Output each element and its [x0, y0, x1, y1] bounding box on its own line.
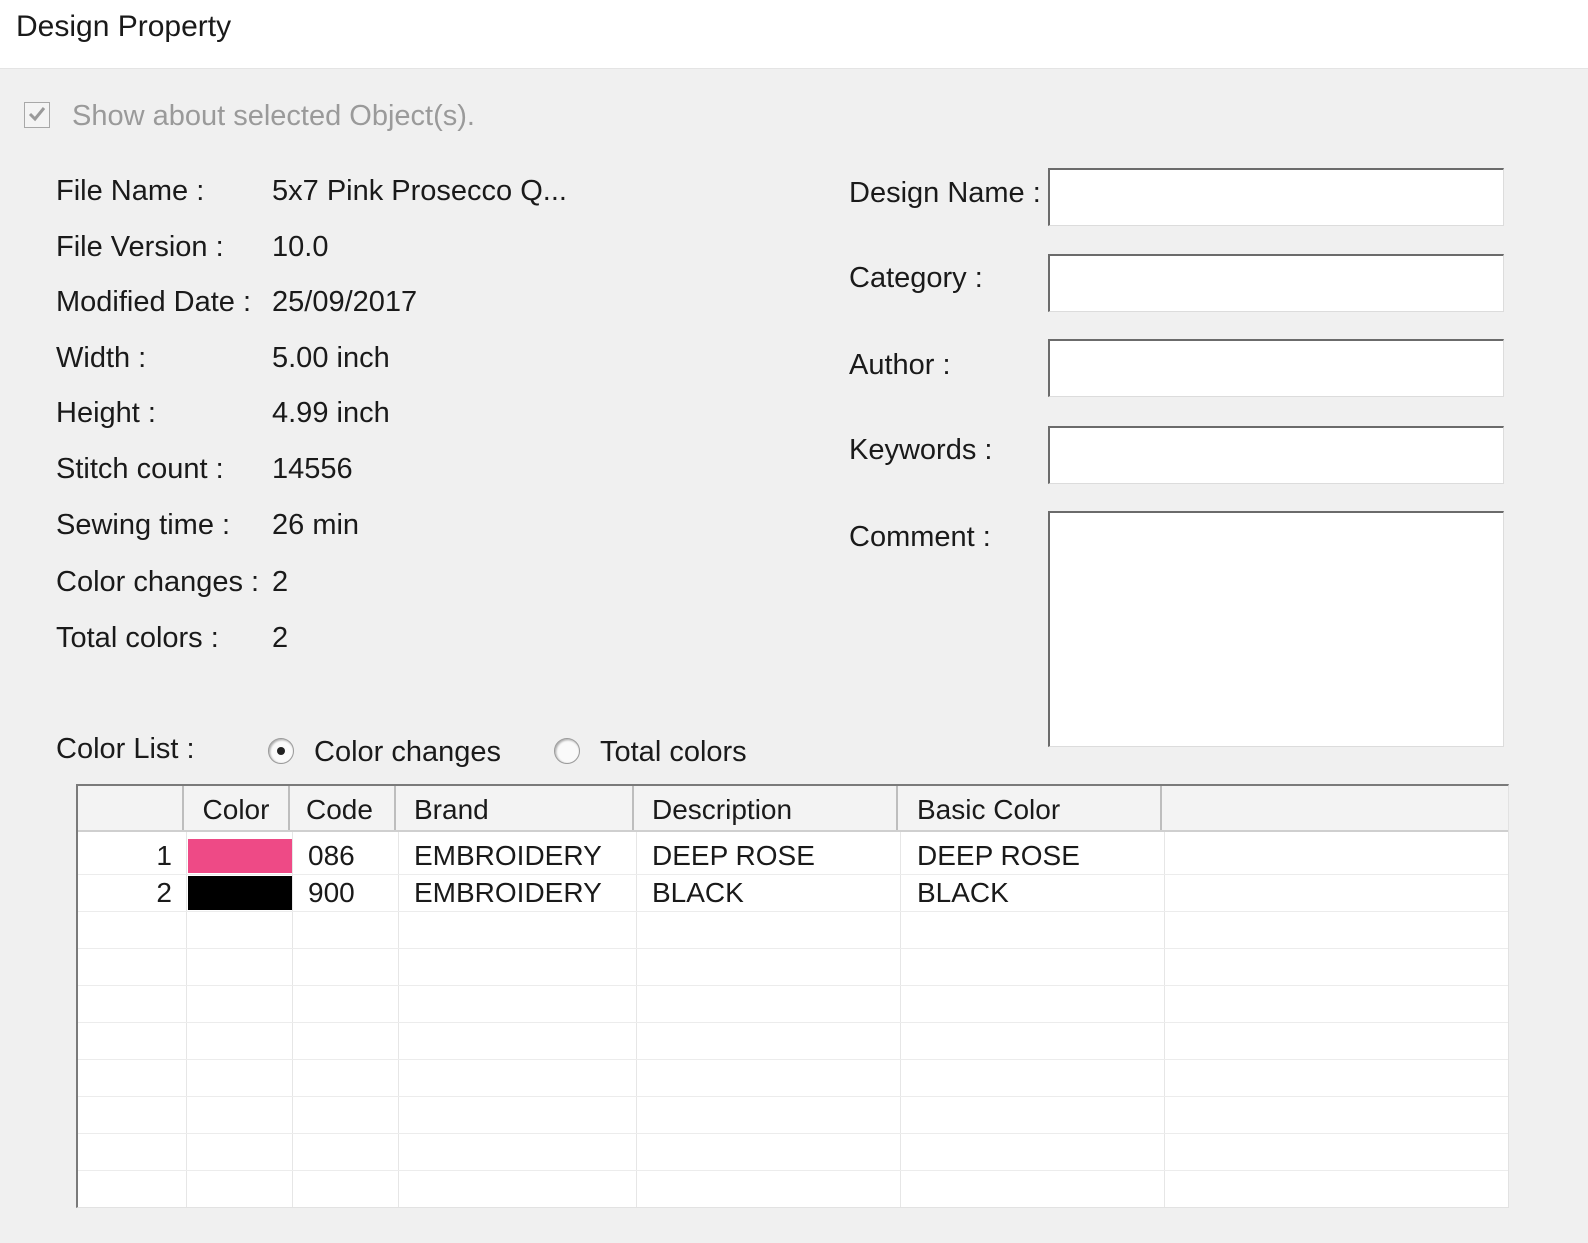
- prop-label: Stitch count :: [56, 453, 224, 485]
- prop-label: File Version :: [56, 231, 224, 263]
- row-description: DEEP ROSE: [652, 840, 815, 871]
- grid-line: [78, 1170, 1508, 1171]
- prop-modified-date: Modified Date : 25/09/2017: [56, 286, 616, 326]
- color-changes-radio-label: Color changes: [314, 736, 501, 768]
- prop-value: 2: [272, 566, 289, 598]
- column-header-description[interactable]: Description: [634, 786, 898, 830]
- design-name-label: Design Name :: [849, 177, 1041, 209]
- prop-label: Sewing time :: [56, 509, 231, 541]
- row-index: 1: [156, 840, 172, 871]
- prop-label: File Name :: [56, 175, 205, 207]
- grid-line: [78, 911, 1508, 912]
- prop-label: Modified Date :: [56, 286, 252, 318]
- checkmark-icon: [28, 107, 46, 122]
- prop-file-name: File Name : 5x7 Pink Prosecco Q...: [56, 175, 616, 215]
- prop-value: 5x7 Pink Prosecco Q...: [272, 175, 567, 207]
- prop-label: Width :: [56, 342, 147, 374]
- comment-textarea[interactable]: [1048, 511, 1504, 747]
- grid-line: [78, 874, 1508, 875]
- row-code: 086: [308, 840, 355, 871]
- grid-line: [78, 1059, 1508, 1060]
- row-basic-color: BLACK: [917, 877, 1009, 908]
- author-label: Author :: [849, 349, 951, 381]
- prop-value: 14556: [272, 453, 353, 485]
- total-colors-radio-label: Total colors: [600, 736, 747, 768]
- prop-label: Color changes :: [56, 566, 260, 598]
- prop-value: 5.00 inch: [272, 342, 390, 374]
- color-list-table[interactable]: Color Code Brand Description Basic Color…: [76, 784, 1509, 1208]
- window-title: Design Property: [16, 10, 232, 43]
- grid-line: [78, 948, 1508, 949]
- color-swatch: [188, 876, 292, 910]
- prop-width: Width : 5.00 inch: [56, 342, 616, 382]
- prop-value: 10.0: [272, 231, 329, 263]
- prop-total-colors: Total colors : 2: [56, 622, 616, 662]
- color-swatch: [188, 839, 292, 873]
- column-header-index[interactable]: [78, 786, 184, 830]
- row-index: 2: [156, 877, 172, 908]
- row-basic-color: DEEP ROSE: [917, 840, 1080, 871]
- prop-value: 2: [272, 622, 289, 654]
- radio-unselected-indicator[interactable]: [554, 738, 580, 764]
- grid-line: [186, 832, 187, 1207]
- prop-color-changes: Color changes : 2: [56, 566, 616, 606]
- prop-height: Height : 4.99 inch: [56, 397, 616, 437]
- row-brand: EMBROIDERY: [414, 877, 602, 908]
- keywords-label: Keywords :: [849, 434, 993, 466]
- column-header-basic-color[interactable]: Basic Color: [898, 786, 1162, 830]
- grid-line: [398, 832, 399, 1207]
- keywords-input[interactable]: [1048, 426, 1504, 484]
- grid-line: [78, 985, 1508, 986]
- grid-line: [1164, 832, 1165, 1207]
- show-selected-label: Show about selected Object(s).: [72, 100, 475, 132]
- prop-label: Total colors :: [56, 622, 219, 654]
- grid-line: [292, 832, 293, 1207]
- table-header: Color Code Brand Description Basic Color: [78, 786, 1508, 832]
- category-label: Category :: [849, 262, 983, 294]
- grid-line: [900, 832, 901, 1207]
- column-header-color[interactable]: Color: [184, 786, 290, 830]
- row-code: 900: [308, 877, 355, 908]
- prop-value: 25/09/2017: [272, 286, 418, 318]
- title-bar: Design Property: [0, 0, 1588, 69]
- comment-label: Comment :: [849, 521, 991, 553]
- grid-line: [636, 832, 637, 1207]
- color-list-label: Color List :: [56, 733, 195, 765]
- column-header-code[interactable]: Code: [290, 786, 396, 830]
- row-description: BLACK: [652, 877, 744, 908]
- prop-value: 4.99 inch: [272, 397, 390, 429]
- grid-line: [78, 1022, 1508, 1023]
- prop-stitch-count: Stitch count : 14556: [56, 453, 616, 493]
- category-input[interactable]: [1048, 254, 1504, 312]
- show-selected-checkbox: [24, 102, 50, 128]
- prop-value: 26 min: [272, 509, 360, 541]
- prop-label: Height :: [56, 397, 156, 429]
- grid-line: [78, 1133, 1508, 1134]
- row-brand: EMBROIDERY: [414, 840, 602, 871]
- author-input[interactable]: [1048, 339, 1504, 397]
- grid-line: [78, 1096, 1508, 1097]
- radio-selected-indicator[interactable]: [268, 738, 294, 764]
- prop-sewing-time: Sewing time : 26 min: [56, 509, 616, 549]
- design-name-input[interactable]: [1048, 168, 1504, 226]
- column-header-brand[interactable]: Brand: [396, 786, 634, 830]
- prop-file-version: File Version : 10.0: [56, 231, 616, 271]
